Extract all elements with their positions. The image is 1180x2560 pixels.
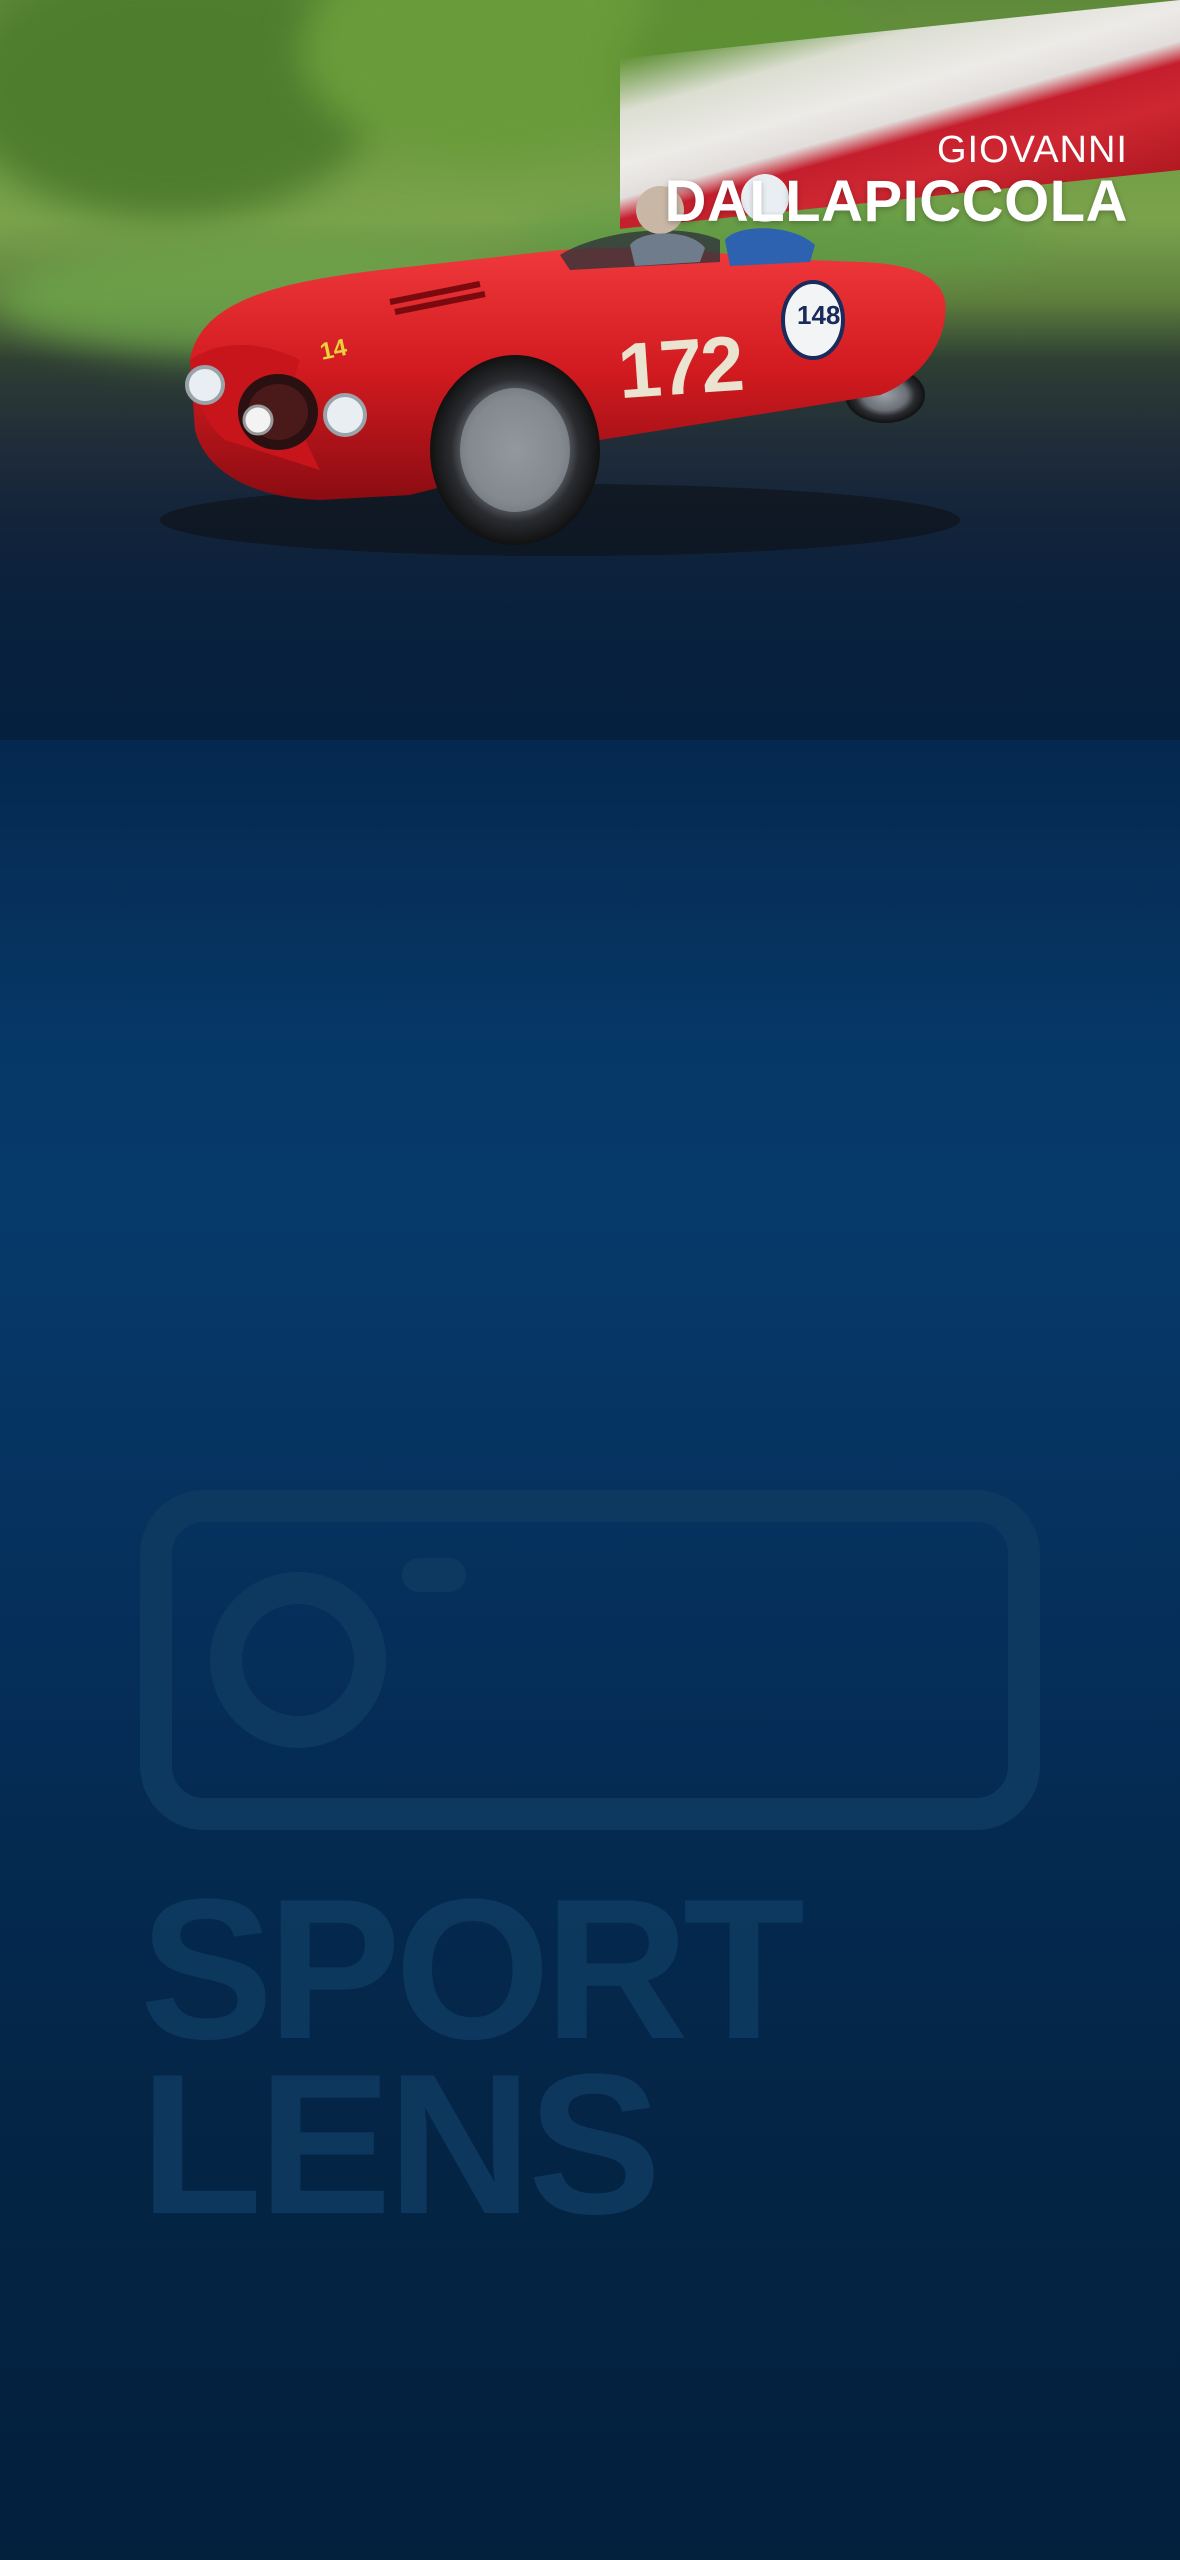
driver-first-name: GIOVANNI — [937, 129, 1128, 171]
race-car: 14 — [160, 174, 960, 556]
driver-name: GIOVANNI DALLAPICCOLA — [664, 129, 1128, 234]
plate-number: 148 — [797, 300, 841, 330]
driver-photo: 14 172 148 GIOVANNI DALLAPICCOLA — [0, 0, 1180, 740]
watermark-line-lens: LENS — [140, 2033, 661, 2256]
car-number: 172 — [615, 318, 746, 416]
driver-last-name: DALLAPICCOLA — [664, 168, 1128, 234]
sportlens-watermark: SPORT LENS — [140, 1490, 1040, 2250]
camera-icon — [140, 1490, 1040, 1830]
